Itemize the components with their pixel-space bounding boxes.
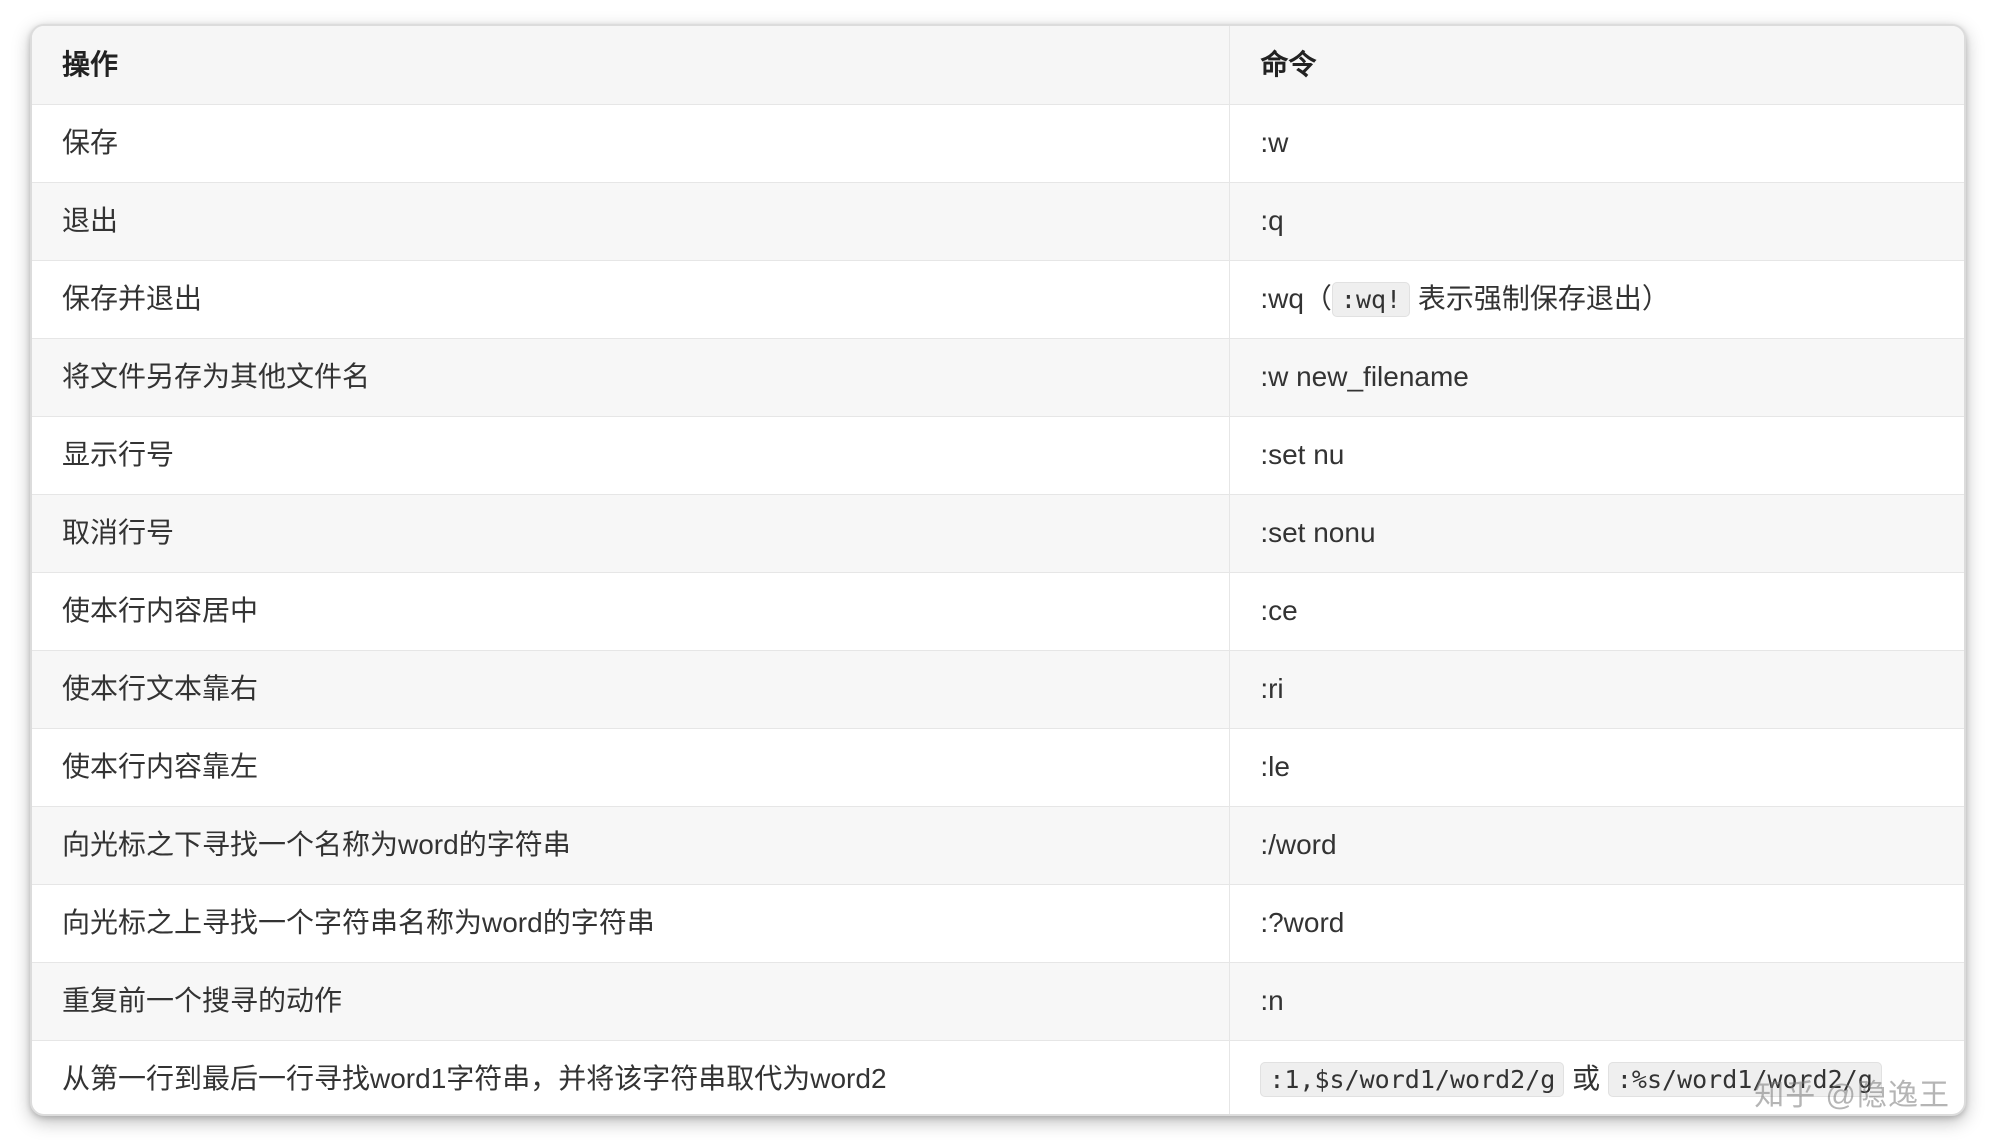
table-row: 使本行文本靠右:ri: [32, 650, 1964, 728]
cell-command: :?word: [1230, 884, 1964, 962]
cell-command: :w new_filename: [1230, 338, 1964, 416]
cell-operation: 使本行内容靠左: [32, 728, 1230, 806]
cell-command: :ri: [1230, 650, 1964, 728]
table-row: 保存:w: [32, 104, 1964, 182]
cell-command: :1,$s/word1/word2/g 或 :%s/word1/word2/g: [1230, 1040, 1964, 1116]
table-row: 向光标之下寻找一个名称为word的字符串:/word: [32, 806, 1964, 884]
cell-command: :n: [1230, 962, 1964, 1040]
header-operation: 操作: [32, 26, 1230, 104]
cell-command: :wq（:wq! 表示强制保存退出）: [1230, 260, 1964, 338]
cell-operation: 将文件另存为其他文件名: [32, 338, 1230, 416]
table-row: 显示行号:set nu: [32, 416, 1964, 494]
table-row: 取消行号:set nonu: [32, 494, 1964, 572]
table-row: 退出:q: [32, 182, 1964, 260]
table-row: 向光标之上寻找一个字符串名称为word的字符串:?word: [32, 884, 1964, 962]
table-row: 使本行内容居中:ce: [32, 572, 1964, 650]
table-row: 从第一行到最后一行寻找word1字符串，并将该字符串取代为word2:1,$s/…: [32, 1040, 1964, 1116]
cell-command: :w: [1230, 104, 1964, 182]
cell-operation: 保存并退出: [32, 260, 1230, 338]
cell-command: :q: [1230, 182, 1964, 260]
cell-command: :set nonu: [1230, 494, 1964, 572]
cell-command: :le: [1230, 728, 1964, 806]
cell-operation: 使本行内容居中: [32, 572, 1230, 650]
cell-operation: 取消行号: [32, 494, 1230, 572]
inline-code: :1,$s/word1/word2/g: [1260, 1062, 1564, 1097]
inline-code: :wq!: [1332, 282, 1410, 317]
header-command: 命令: [1230, 26, 1964, 104]
vim-commands-table-container: 操作 命令 保存:w退出:q保存并退出:wq（:wq! 表示强制保存退出）将文件…: [30, 24, 1966, 1116]
table-row: 保存并退出:wq（:wq! 表示强制保存退出）: [32, 260, 1964, 338]
cell-command: :ce: [1230, 572, 1964, 650]
cell-operation: 向光标之下寻找一个名称为word的字符串: [32, 806, 1230, 884]
cell-command: :set nu: [1230, 416, 1964, 494]
table-row: 重复前一个搜寻的动作:n: [32, 962, 1964, 1040]
cell-operation: 保存: [32, 104, 1230, 182]
table-row: 将文件另存为其他文件名:w new_filename: [32, 338, 1964, 416]
vim-commands-table: 操作 命令 保存:w退出:q保存并退出:wq（:wq! 表示强制保存退出）将文件…: [32, 26, 1964, 1116]
cell-command: :/word: [1230, 806, 1964, 884]
table-row: 使本行内容靠左:le: [32, 728, 1964, 806]
cell-operation: 从第一行到最后一行寻找word1字符串，并将该字符串取代为word2: [32, 1040, 1230, 1116]
inline-code: :%s/word1/word2/g: [1608, 1062, 1882, 1097]
cell-operation: 退出: [32, 182, 1230, 260]
cell-operation: 使本行文本靠右: [32, 650, 1230, 728]
cell-operation: 显示行号: [32, 416, 1230, 494]
cell-operation: 重复前一个搜寻的动作: [32, 962, 1230, 1040]
cell-operation: 向光标之上寻找一个字符串名称为word的字符串: [32, 884, 1230, 962]
table-header-row: 操作 命令: [32, 26, 1964, 104]
